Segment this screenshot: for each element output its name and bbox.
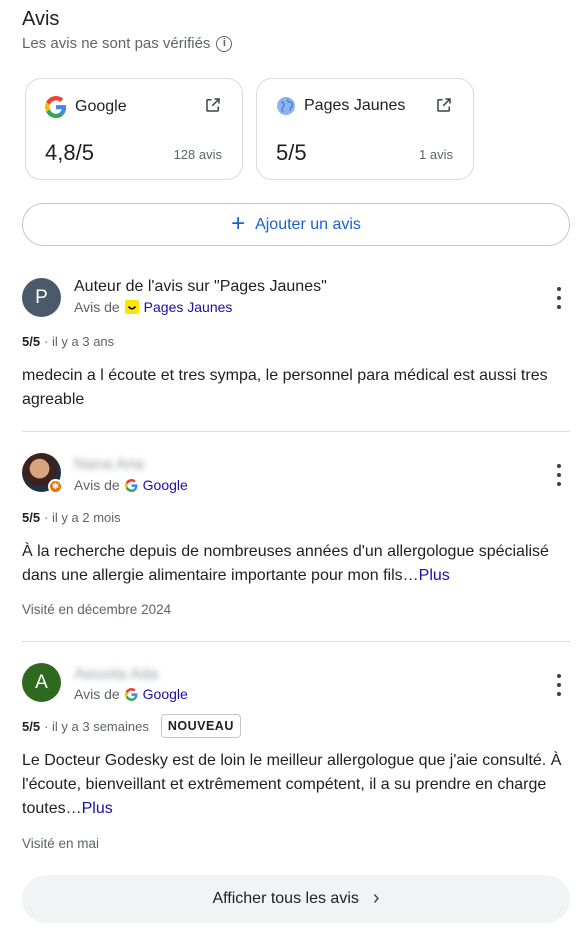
review-text: À la recherche depuis de nombreuses anné… (22, 540, 562, 588)
divider (22, 641, 570, 642)
source-card-header: Google (45, 96, 127, 118)
review-time: · il y a 3 ans (44, 334, 115, 349)
avatar[interactable]: ✱ (22, 453, 63, 494)
google-icon (124, 687, 138, 701)
source-card-pages-jaunes[interactable]: Pages Jaunes 5/5 1 avis (256, 78, 474, 180)
unverified-notice: Les avis ne sont pas vérifiés i (22, 35, 233, 52)
pages-jaunes-logo-icon (124, 300, 139, 314)
review-rating: 5/5 (22, 718, 41, 734)
more-options-icon[interactable] (556, 674, 562, 696)
more-link[interactable]: Plus (82, 800, 113, 817)
more-options-icon[interactable] (556, 287, 562, 309)
google-icon (124, 478, 138, 492)
review-text: medecin a l écoute et tres sympa, le per… (22, 367, 548, 408)
avatar[interactable]: A (22, 663, 61, 702)
source-name-pages-jaunes: Pages Jaunes (304, 97, 406, 114)
source-score: 5/5 (276, 140, 307, 165)
source-card-google[interactable]: Google 4,8/5 128 avis (25, 78, 243, 180)
pages-jaunes-globe-icon (277, 97, 295, 115)
review-source-prefix: Avis de (74, 686, 120, 702)
review-source: Avis de Pages Jaunes (74, 299, 232, 315)
avatar-letter: P (35, 286, 48, 308)
review-meta: 5/5 · il y a 2 mois (22, 510, 121, 525)
review-text: Le Docteur Godesky est de loin le meille… (22, 749, 562, 821)
visit-date: Visité en décembre 2024 (22, 602, 172, 617)
section-title: Avis (22, 8, 60, 30)
review-time: · il y a 2 mois (44, 510, 121, 525)
chevron-right-icon: › (372, 887, 380, 909)
source-card-header: Pages Jaunes (276, 96, 405, 116)
source-review-count: 128 avis (173, 147, 222, 162)
review-source-prefix: Avis de (74, 299, 120, 315)
avatar-letter: A (35, 671, 48, 693)
open-external-icon[interactable] (435, 96, 453, 114)
review-rating: 5/5 (22, 510, 41, 525)
visit-date: Visité en mai (22, 836, 100, 851)
google-icon (45, 96, 67, 118)
review-author[interactable]: Auteur de l'avis sur "Pages Jaunes" (74, 278, 327, 296)
review-source: Avis de Google (74, 686, 188, 702)
source-review-count: 1 avis (419, 147, 453, 162)
add-review-label: Ajouter un avis (255, 215, 361, 233)
more-options-icon[interactable] (556, 464, 562, 486)
add-review-button[interactable]: + Ajouter un avis (22, 203, 570, 246)
review-author[interactable]: Awuola Ada (74, 666, 158, 684)
review-text-content: À la recherche depuis de nombreuses anné… (22, 543, 549, 584)
review-source-name[interactable]: Google (143, 477, 188, 493)
review-meta: 5/5 · il y a 3 ans (22, 334, 114, 349)
review-source: Avis de Google (74, 477, 188, 493)
divider (22, 431, 570, 432)
open-external-icon[interactable] (204, 96, 222, 114)
plus-icon: + (231, 209, 246, 237)
source-name-google: Google (75, 98, 127, 115)
review-source-name[interactable]: Google (143, 686, 188, 702)
review-author[interactable]: Nana Aria (74, 456, 144, 474)
local-guide-badge-icon: ✱ (48, 479, 63, 494)
source-score: 4,8/5 (45, 140, 94, 165)
unverified-notice-text: Les avis ne sont pas vérifiés (22, 35, 211, 52)
review-source-prefix: Avis de (74, 477, 120, 493)
review-meta: 5/5 · il y a 3 semaines NOUVEAU (22, 714, 241, 738)
review-time: · il y a 3 semaines (44, 718, 149, 734)
review-rating: 5/5 (22, 334, 41, 349)
show-all-label: Afficher tous les avis (212, 890, 359, 907)
review-source-name[interactable]: Pages Jaunes (144, 299, 233, 315)
info-icon[interactable]: i (216, 35, 233, 52)
new-badge: NOUVEAU (160, 714, 241, 738)
avatar[interactable]: P (22, 278, 61, 317)
show-all-reviews-button[interactable]: Afficher tous les avis › (22, 875, 570, 923)
more-link[interactable]: Plus (419, 567, 450, 584)
